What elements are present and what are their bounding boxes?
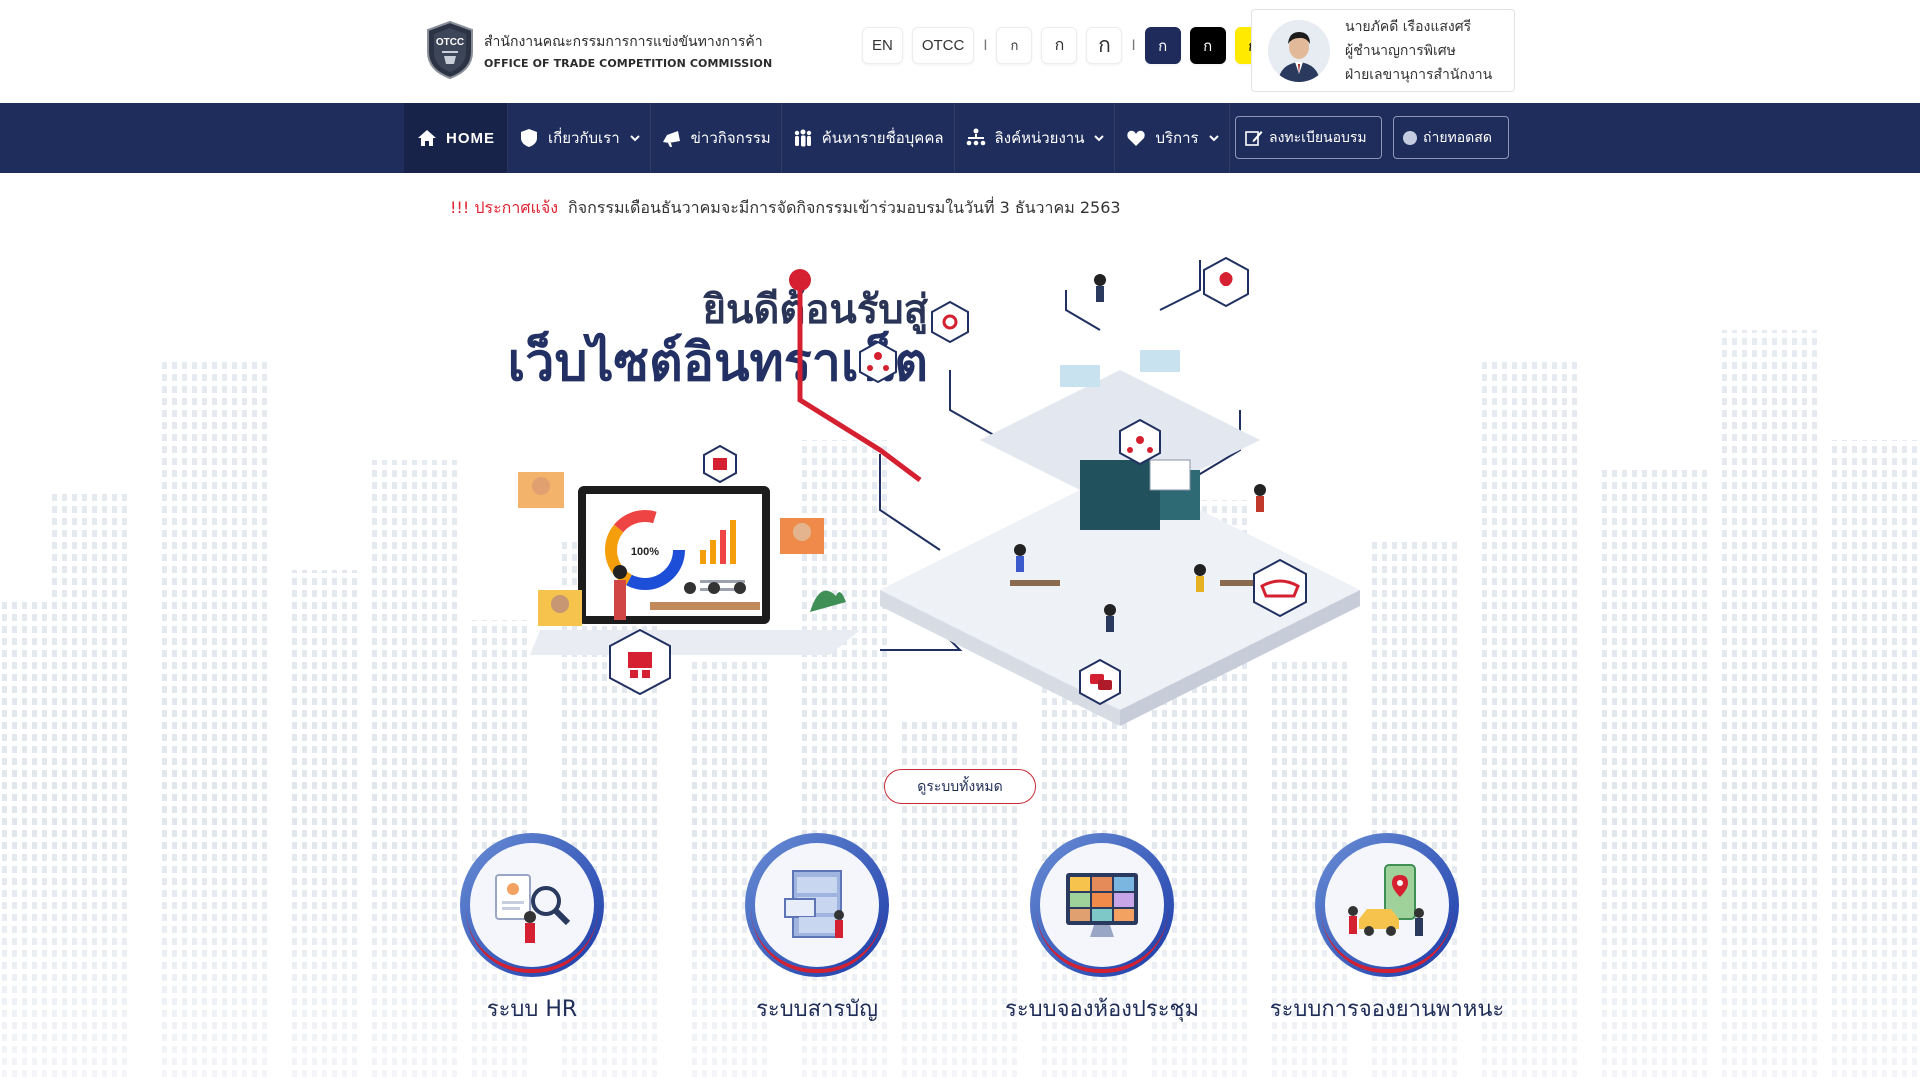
- chevron-down-icon: [1094, 135, 1105, 142]
- nav-links-label: ลิงค์หน่วยงาน: [994, 129, 1085, 147]
- nav-home-label: HOME: [446, 129, 495, 147]
- live-stream-label: ถ่ายทอดสด: [1423, 129, 1492, 146]
- top-header: OTCC สำนักงานคณะกรรมการการแข่งขันทางการค…: [0, 0, 1920, 103]
- nav-search-people-label: ค้นหารายชื่อบุคคล: [821, 129, 944, 147]
- filing-cabinet-icon: [784, 870, 844, 938]
- edit-icon: [1245, 130, 1263, 146]
- people-group-icon: [794, 129, 811, 147]
- team-icon: [874, 352, 882, 360]
- logo-badge-text: OTCC: [436, 37, 464, 48]
- font-size-large-button[interactable]: ก: [1086, 27, 1123, 64]
- heart-hand-icon: [1127, 130, 1146, 146]
- nav-home[interactable]: HOME: [404, 103, 508, 173]
- system-meeting-room[interactable]: ระบบจองห้องประชุม: [972, 833, 1232, 1026]
- system-meeting-room-circle[interactable]: [1030, 833, 1174, 977]
- register-training-button[interactable]: ลงทะเบียนอบรม: [1235, 116, 1382, 159]
- system-registry-label: ระบบสารบัญ: [756, 997, 878, 1022]
- nav-news-label: ข่าวกิจกรรม: [690, 129, 771, 147]
- org-chart-icon: [966, 128, 985, 146]
- system-hr-circle[interactable]: [460, 833, 604, 977]
- nav-news[interactable]: ข่าวกิจกรรม: [651, 103, 782, 173]
- contrast-black-button[interactable]: ก: [1189, 27, 1226, 64]
- chevron-down-icon: [1208, 135, 1219, 142]
- system-vehicle-booking-circle[interactable]: [1315, 833, 1459, 977]
- system-vehicle-booking-label: ระบบการจองยานพาหนะ: [1269, 997, 1505, 1022]
- announcement-text[interactable]: กิจกรรมเดือนธันวาคมจะมีการจัดกิจกรรมเข้า…: [568, 196, 1121, 221]
- font-size-medium-button[interactable]: ก: [1041, 27, 1078, 64]
- live-stream-button[interactable]: ถ่ายทอดสด: [1393, 116, 1509, 159]
- shield-icon: [521, 129, 537, 147]
- user-avatar: [1268, 19, 1330, 82]
- live-dot-icon: [1403, 130, 1417, 145]
- language-en-button[interactable]: EN: [862, 27, 903, 64]
- vehicle-booking-icon: [1348, 864, 1424, 936]
- presentation-icon: [628, 652, 652, 668]
- view-all-systems-button[interactable]: ดูระบบทั้งหมด: [884, 769, 1036, 804]
- toolbar-separator: I: [983, 37, 988, 54]
- briefcase-icon: [713, 458, 727, 470]
- nav-search-people[interactable]: ค้นหารายชื่อบุคคล: [782, 103, 955, 173]
- announcement-label: !!! ประกาศแจ้ง: [450, 198, 558, 217]
- video-meeting-icon: [1066, 873, 1138, 937]
- user-name: นายภัคดี เรืองแสงศรี: [1345, 18, 1472, 35]
- announcement-bar: !!! ประกาศแจ้ง กิจกรรมเดือนธันวาคมจะมีกา…: [450, 196, 1121, 221]
- toolbar-separator: I: [1131, 37, 1136, 54]
- system-vehicle-booking[interactable]: ระบบการจองยานพาหนะ: [1257, 833, 1517, 1026]
- otcc-shield-icon: OTCC: [427, 20, 473, 80]
- nav-services-label: บริการ: [1155, 129, 1199, 147]
- network-icon: [1136, 436, 1144, 444]
- megaphone-icon: [662, 131, 680, 147]
- otcc-button[interactable]: OTCC: [911, 27, 975, 64]
- system-hr[interactable]: ระบบ HR: [402, 833, 662, 1026]
- dashboard-percent: 100%: [631, 546, 659, 558]
- nav-links[interactable]: ลิงค์หน่วยงาน: [955, 103, 1116, 173]
- home-icon: [418, 130, 436, 146]
- otcc-logo[interactable]: OTCC สำนักงานคณะกรรมการการแข่งขันทางการค…: [424, 20, 772, 80]
- chevron-down-icon: [629, 135, 640, 142]
- system-meeting-room-label: ระบบจองห้องประชุม: [1005, 997, 1199, 1022]
- contrast-navy-button[interactable]: ก: [1144, 27, 1181, 64]
- laptop-dashboard-illustration: 100%: [518, 472, 860, 655]
- system-hr-label: ระบบ HR: [486, 997, 578, 1022]
- main-navbar: HOME เกี่ยวกับเรา ข่าวกิจกรรม ค้นหารายชื…: [0, 103, 1920, 173]
- hr-recruitment-icon: [495, 874, 571, 943]
- logo-english-name: OFFICE OF TRADE COMPETITION COMMISSION: [484, 56, 773, 70]
- system-registry[interactable]: ระบบสารบัญ: [687, 833, 947, 1026]
- hero-illustration: 100%: [518, 256, 1360, 726]
- system-registry-circle[interactable]: [745, 833, 889, 977]
- user-profile-card[interactable]: นายภัคดี เรืองแสงศรี ผู้ชำนาญการพิเศษ ฝ่…: [1251, 9, 1515, 92]
- nav-about-label: เกี่ยวกับเรา: [548, 129, 620, 147]
- user-department: ฝ่ายเลขานุการสำนักงาน: [1345, 66, 1493, 83]
- nav-services[interactable]: บริการ: [1115, 103, 1230, 173]
- logo-thai-name: สำนักงานคณะกรรมการการแข่งขันทางการค้า: [484, 33, 763, 50]
- accessibility-toolbar: EN OTCC I ก ก ก I ก ก ก: [862, 27, 1271, 64]
- register-training-label: ลงทะเบียนอบรม: [1269, 129, 1367, 146]
- nav-about[interactable]: เกี่ยวกับเรา: [508, 103, 651, 173]
- font-size-small-button[interactable]: ก: [996, 27, 1033, 64]
- user-position: ผู้ชำนาญการพิเศษ: [1345, 42, 1456, 59]
